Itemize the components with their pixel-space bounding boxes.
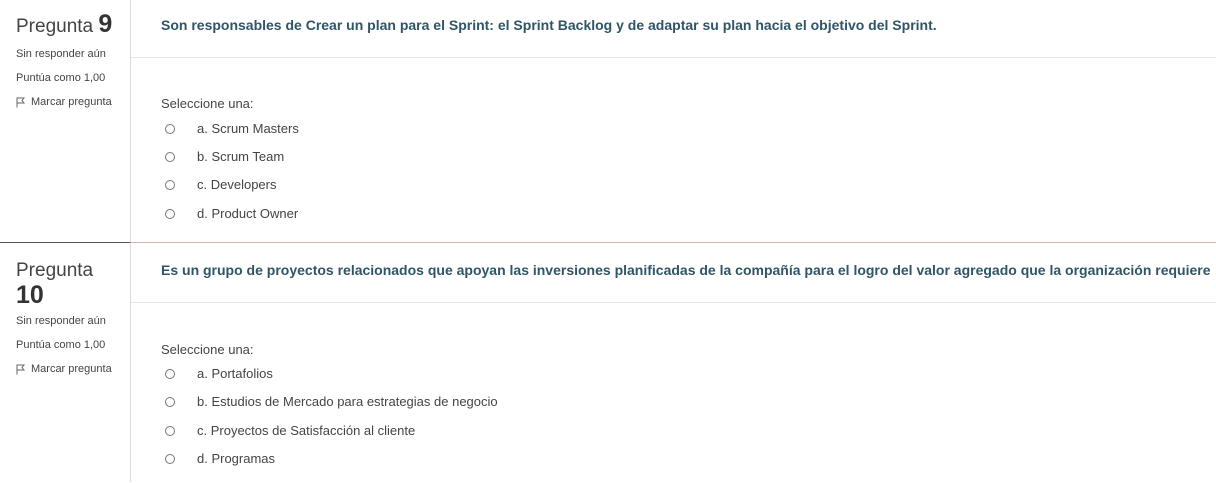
radio-button[interactable] bbox=[165, 151, 175, 162]
option-label: c. Proyectos de Satisfacción al cliente bbox=[197, 423, 416, 438]
question-title: Pregunta 9 bbox=[16, 12, 112, 39]
option-label: c. Developers bbox=[197, 177, 277, 192]
option-label: b. Estudios de Mercado para estrategias … bbox=[197, 394, 498, 409]
question-score: Puntúa como 1,00 bbox=[16, 339, 106, 351]
question-status: Sin responder aún bbox=[16, 315, 106, 327]
option-label: a. Portafolios bbox=[197, 366, 273, 381]
option-c[interactable]: c. Developers bbox=[165, 177, 276, 192]
question-label: Pregunta bbox=[16, 260, 94, 281]
question-content: Son responsables de Crear un plan para e… bbox=[131, 0, 1216, 242]
question-info: Pregunta 9 Sin responder aún Puntúa como… bbox=[0, 0, 131, 242]
option-label: d. Programas bbox=[197, 451, 276, 466]
flag-icon bbox=[16, 364, 25, 374]
question-content: Es un grupo de proyectos relacionados qu… bbox=[131, 242, 1216, 483]
radio-button[interactable] bbox=[165, 123, 175, 134]
flag-label: Marcar pregunta bbox=[31, 363, 112, 375]
select-prompt: Seleccione una: bbox=[161, 96, 254, 111]
question-text: Es un grupo de proyectos relacionados qu… bbox=[161, 262, 1211, 278]
question-number: 9 bbox=[98, 10, 113, 38]
question-info: Pregunta 10 Sin responder aún Puntúa com… bbox=[0, 242, 131, 482]
option-label: a. Scrum Masters bbox=[197, 121, 299, 136]
question-label: Pregunta bbox=[16, 16, 94, 37]
radio-button[interactable] bbox=[165, 453, 175, 464]
option-a[interactable]: a. Scrum Masters bbox=[165, 121, 299, 136]
radio-button[interactable] bbox=[165, 179, 175, 190]
option-d[interactable]: d. Programas bbox=[165, 451, 275, 466]
question-status: Sin responder aún bbox=[16, 48, 106, 60]
radio-button[interactable] bbox=[165, 368, 175, 379]
radio-button[interactable] bbox=[165, 396, 175, 407]
radio-button[interactable] bbox=[165, 208, 175, 219]
radio-button[interactable] bbox=[165, 425, 175, 436]
option-c[interactable]: c. Proyectos de Satisfacción al cliente bbox=[165, 423, 415, 438]
flag-question-button[interactable]: Marcar pregunta bbox=[16, 363, 112, 375]
option-label: d. Product Owner bbox=[197, 206, 299, 221]
divider bbox=[131, 57, 1216, 58]
divider bbox=[131, 302, 1216, 303]
flag-label: Marcar pregunta bbox=[31, 96, 112, 108]
question-number: 10 bbox=[16, 281, 44, 309]
question-title: Pregunta 10 bbox=[16, 259, 126, 309]
question-10: Pregunta 10 Sin responder aún Puntúa com… bbox=[0, 242, 1216, 482]
option-label: b. Scrum Team bbox=[197, 149, 285, 164]
question-score: Puntúa como 1,00 bbox=[16, 72, 106, 84]
select-prompt: Seleccione una: bbox=[161, 342, 254, 357]
option-b[interactable]: b. Estudios de Mercado para estrategias … bbox=[165, 394, 498, 409]
flag-icon bbox=[16, 97, 25, 107]
question-9: Pregunta 9 Sin responder aún Puntúa como… bbox=[0, 0, 1216, 242]
option-b[interactable]: b. Scrum Team bbox=[165, 149, 284, 164]
question-text: Son responsables de Crear un plan para e… bbox=[161, 17, 937, 33]
option-a[interactable]: a. Portafolios bbox=[165, 366, 273, 381]
option-d[interactable]: d. Product Owner bbox=[165, 206, 298, 221]
flag-question-button[interactable]: Marcar pregunta bbox=[16, 96, 112, 108]
